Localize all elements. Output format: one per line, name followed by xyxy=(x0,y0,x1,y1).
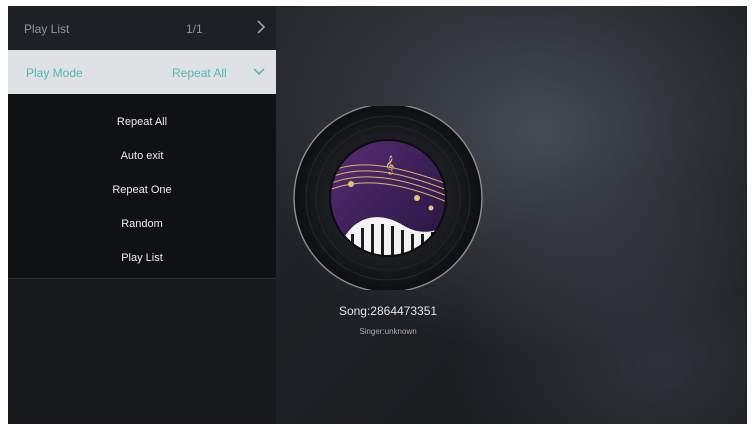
album-disc: 𝄞 xyxy=(289,103,487,293)
option-repeat-all[interactable]: Repeat All xyxy=(8,107,276,137)
settings-panel: Play List 1/1 Play Mode Repeat All Repea… xyxy=(8,6,276,424)
chevron-down-icon xyxy=(253,68,265,76)
option-random[interactable]: Random xyxy=(8,209,276,239)
chevron-right-icon xyxy=(257,20,266,34)
svg-text:𝄞: 𝄞 xyxy=(385,155,394,175)
playlist-count: 1/1 xyxy=(186,22,203,36)
playlist-label: Play List xyxy=(24,22,70,36)
music-player-screen: Play List 1/1 Play Mode Repeat All Repea… xyxy=(8,6,747,424)
playmode-row[interactable]: Play Mode Repeat All xyxy=(8,50,276,94)
song-title: Song:2864473351 xyxy=(338,304,438,318)
playlist-row[interactable]: Play List 1/1 xyxy=(8,6,276,50)
playmode-label: Play Mode xyxy=(26,66,83,80)
option-repeat-one[interactable]: Repeat One xyxy=(8,175,276,205)
singer-name: Singer:unknown xyxy=(359,327,417,336)
option-auto-exit[interactable]: Auto exit xyxy=(8,141,276,171)
playmode-dropdown: Repeat All Auto exit Repeat One Random P… xyxy=(8,94,276,279)
option-play-list[interactable]: Play List xyxy=(8,243,276,273)
playmode-value: Repeat All xyxy=(172,66,227,80)
